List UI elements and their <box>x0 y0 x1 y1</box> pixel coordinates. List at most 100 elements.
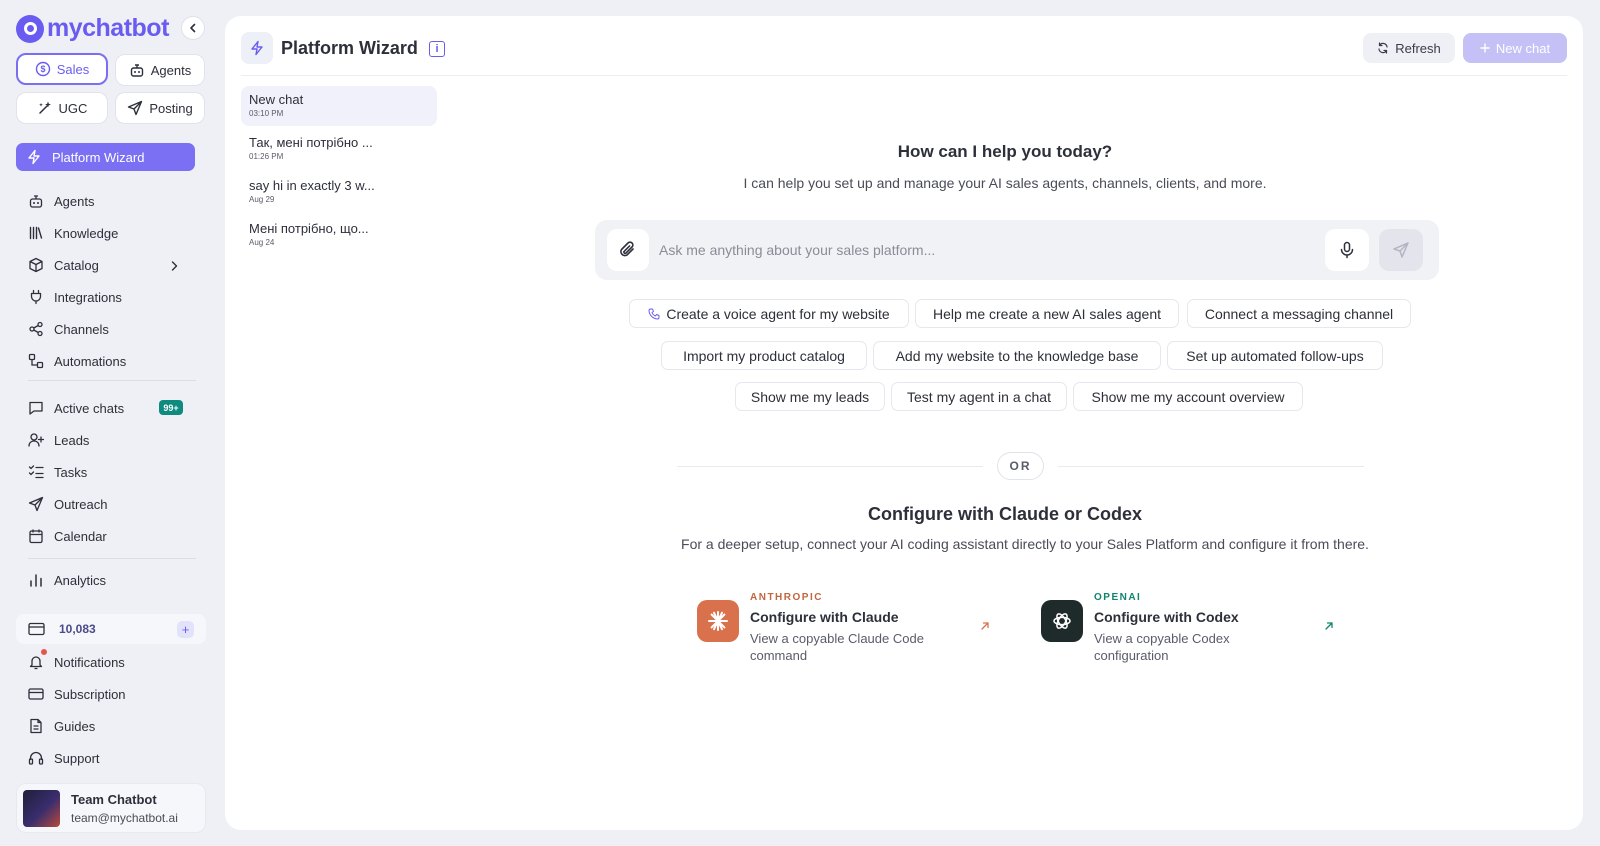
collapse-sidebar-button[interactable] <box>181 16 205 40</box>
chat-time: Aug 24 <box>249 238 275 247</box>
sidebar-item-knowledge[interactable]: Knowledge <box>28 222 198 244</box>
suggestion-chip[interactable]: Add my website to the knowledge base <box>873 341 1161 370</box>
sidebar-item-subscription[interactable]: Subscription <box>28 683 198 705</box>
mode-posting-button[interactable]: Posting <box>115 92 205 124</box>
sidebar-item-label: Subscription <box>54 686 126 702</box>
sidebar-item-analytics[interactable]: Analytics <box>28 569 198 591</box>
info-icon[interactable]: i <box>429 41 445 57</box>
configure-codex-card[interactable]: OPENAI Configure with Codex View a copya… <box>1041 592 1351 672</box>
phone-icon <box>648 308 660 319</box>
suggestion-chip[interactable]: Connect a messaging channel <box>1187 299 1411 328</box>
sparkle-wand-icon <box>38 101 51 114</box>
sidebar-item-label: Automations <box>54 353 127 369</box>
brand-logo[interactable]: mychatbot <box>16 14 169 43</box>
external-arrow-icon <box>1325 622 1333 630</box>
bar-chart-icon <box>30 574 42 587</box>
suggestion-label: Import my product catalog <box>683 347 845 364</box>
package-icon <box>29 257 43 273</box>
suggestion-label: Help me create a new AI sales agent <box>932 305 1162 322</box>
workflow-icon <box>28 353 44 369</box>
openai-icon <box>1041 600 1083 642</box>
new-chat-button[interactable]: New chat <box>1463 33 1567 63</box>
sidebar-item-notifications[interactable]: Notifications <box>28 651 198 673</box>
mode-agents-button[interactable]: Agents <box>115 54 205 86</box>
message-composer <box>595 220 1439 280</box>
sidebar-item-guides[interactable]: Guides <box>28 715 198 737</box>
suggestion-label: Add my website to the knowledge base <box>895 347 1139 364</box>
credits-balance: 10,083 + <box>16 614 206 644</box>
or-divider-line <box>677 466 983 467</box>
user-profile-card[interactable]: Team Chatbot team@mychatbot.ai <box>16 783 206 833</box>
attach-button[interactable] <box>607 229 649 271</box>
suggestion-chip[interactable]: Show me my account overview <box>1073 382 1303 411</box>
checklist-icon <box>28 465 44 479</box>
robot-icon <box>130 64 143 77</box>
active-chats-badge: 99+ <box>159 400 183 415</box>
sidebar-item-integrations[interactable]: Integrations <box>28 286 198 308</box>
suggestion-label: Test my agent in a chat <box>907 388 1051 405</box>
suggestion-label: Set up automated follow-ups <box>1186 347 1364 364</box>
add-credits-button[interactable]: + <box>177 621 194 638</box>
sidebar-item-tasks[interactable]: Tasks <box>28 461 198 483</box>
provider-title: Configure with Claude <box>750 609 899 625</box>
or-divider: OR <box>997 452 1044 480</box>
mode-ugc-button[interactable]: UGC <box>16 92 108 124</box>
sidebar-item-agents[interactable]: Agents <box>28 190 198 212</box>
provider-brand: OPENAI <box>1094 592 1142 603</box>
sidebar-item-channels[interactable]: Channels <box>28 318 198 340</box>
brand-name: mychatbot <box>47 14 169 42</box>
sidebar-item-leads[interactable]: Leads <box>28 429 198 451</box>
external-arrow-icon <box>981 622 989 630</box>
sidebar-item-label: Catalog <box>54 257 99 273</box>
chevron-right-icon[interactable] <box>168 260 180 272</box>
configure-claude-card[interactable]: ANTHROPIC Configure with Claude View a c… <box>697 592 1007 672</box>
refresh-icon <box>1378 42 1388 54</box>
send-button[interactable] <box>1379 229 1423 271</box>
robot-icon <box>29 195 43 208</box>
voice-input-button[interactable] <box>1325 229 1369 271</box>
suggestion-label: Show me my account overview <box>1091 388 1285 405</box>
chevron-left-icon <box>190 23 196 33</box>
mode-posting-label: Posting <box>149 100 193 116</box>
suggestion-chip[interactable]: Test my agent in a chat <box>891 382 1067 411</box>
sidebar-item-automations[interactable]: Automations <box>28 350 198 372</box>
user-email: team@mychatbot.ai <box>71 811 178 825</box>
sidebar-item-label: Support <box>54 750 100 766</box>
sidebar-item-label: Active chats <box>54 400 125 416</box>
suggestion-chip[interactable]: Set up automated follow-ups <box>1167 341 1383 370</box>
mode-sales-button[interactable]: $ Sales <box>16 53 108 85</box>
chat-bubble-icon <box>29 401 43 415</box>
chat-input[interactable] <box>659 238 1299 262</box>
notification-dot <box>41 649 47 655</box>
mode-agents-label: Agents <box>150 62 192 78</box>
send-icon <box>1393 242 1409 258</box>
configure-subtitle: For a deeper setup, connect your AI codi… <box>681 536 1369 552</box>
chat-history-item[interactable]: New chat 03:10 PM <box>241 86 437 126</box>
configure-title: Configure with Claude or Codex <box>867 504 1142 524</box>
provider-description: View a copyable Claude Code command <box>750 631 924 663</box>
anthropic-icon <box>697 600 739 642</box>
library-icon <box>29 226 43 240</box>
suggestion-chip[interactable]: Help me create a new AI sales agent <box>915 299 1179 328</box>
sidebar-item-support[interactable]: Support <box>28 747 198 769</box>
new-chat-label: New chat <box>1495 40 1551 56</box>
credit-card-icon <box>28 622 45 636</box>
refresh-button[interactable]: Refresh <box>1363 33 1455 63</box>
chat-history-item[interactable]: Мені потрібно, що... Aug 24 <box>241 215 437 255</box>
sidebar-item-label: Guides <box>54 718 96 734</box>
credits-value: 10,083 <box>59 622 96 636</box>
suggestion-chip[interactable]: Import my product catalog <box>661 341 867 370</box>
chat-time: 03:10 PM <box>249 109 284 118</box>
header-divider <box>241 75 1567 76</box>
hero-subtitle: I can help you set up and manage your AI… <box>743 175 1267 191</box>
page-title: Platform Wizard <box>281 38 418 58</box>
plug-icon <box>30 289 42 305</box>
mode-sales-label: Sales <box>56 61 90 77</box>
paperclip-icon <box>620 241 634 257</box>
user-name: Team Chatbot <box>71 792 157 807</box>
suggestion-chip[interactable]: Show me my leads <box>735 382 885 411</box>
sidebar-item-label: Knowledge <box>54 225 119 241</box>
suggestion-chip[interactable]: Create a voice agent for my website <box>629 299 909 328</box>
suggestion-label: Create a voice agent for my website <box>666 305 890 322</box>
sidebar-item-calendar[interactable]: Calendar <box>28 525 198 547</box>
